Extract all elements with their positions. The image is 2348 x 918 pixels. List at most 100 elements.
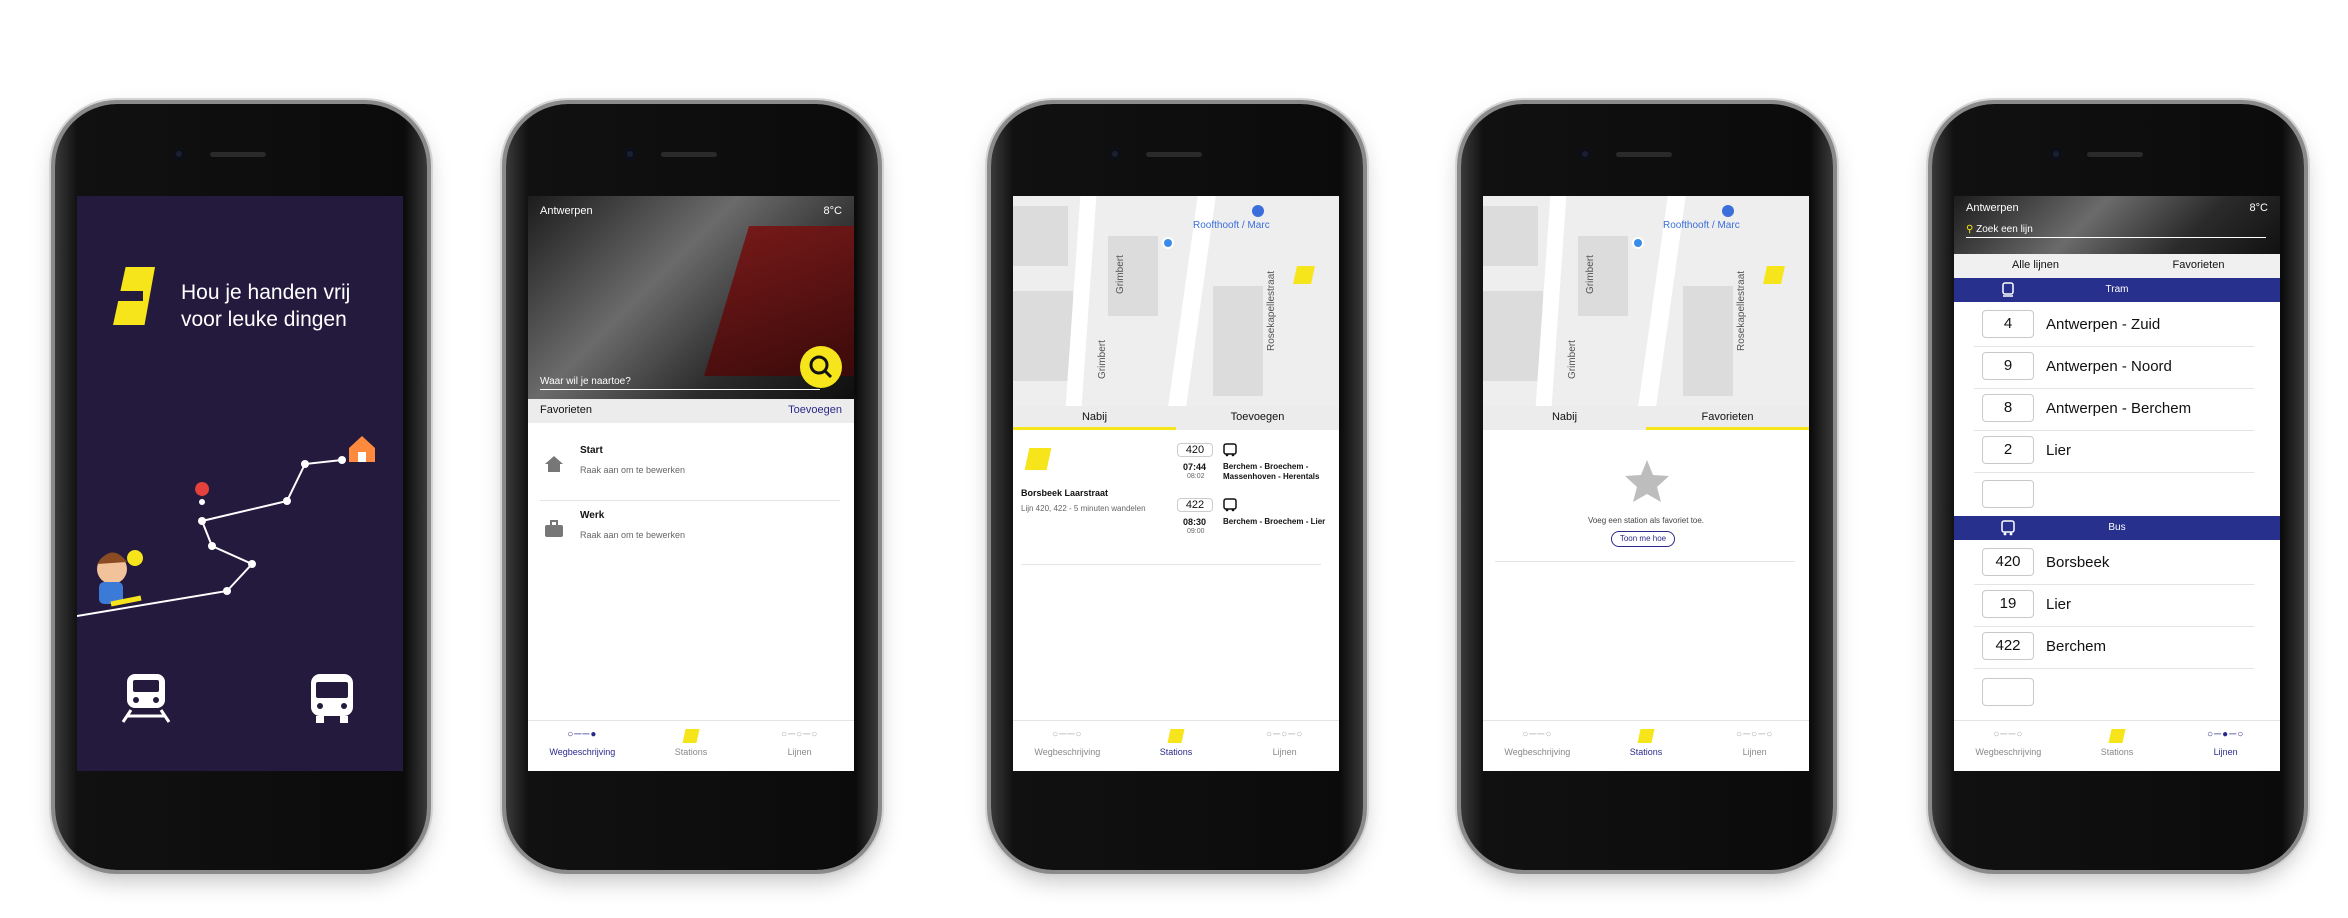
route-illustration (77, 436, 375, 617)
front-camera (624, 148, 636, 160)
nav-label: Lijnen (787, 747, 812, 757)
station-marker[interactable] (1293, 266, 1315, 284)
favorite-subtitle: Raak aan om te bewerken (580, 465, 686, 475)
departure-time: 07:44 (1183, 462, 1207, 472)
bus-label: Bus (2108, 522, 2126, 533)
divider (1021, 564, 1321, 565)
nav-label: Stations (2100, 747, 2134, 757)
nav-wegbeschrijving[interactable]: ○──● Wegbeschrijving (528, 721, 637, 771)
empty-line-slot (1982, 678, 2034, 706)
earpiece-speaker (661, 152, 717, 157)
line-row[interactable]: 19 Lier (1954, 584, 2280, 626)
earpiece-speaker (210, 152, 266, 157)
route-icon: ○──● (567, 729, 598, 740)
station-subtitle: Lijn 420, 422 - 5 minuten wandelen (1021, 504, 1146, 513)
empty-state-text: Voeg een station als favoriet toe. (1587, 516, 1705, 525)
line-row[interactable]: 422 Berchem (1954, 626, 2280, 668)
line-row[interactable]: 4 Antwerpen - Zuid (1954, 304, 2280, 346)
nav-lijnen[interactable]: ○─●─○ Lijnen (2171, 721, 2280, 771)
departure-row[interactable]: 422 08:30 09:00 Berchem - Broechem - Lie… (1177, 498, 1337, 548)
departure-destination: Berchem - Broechem - Massenhoven - Heren… (1223, 462, 1320, 481)
nav-stations[interactable]: Stations (2063, 721, 2172, 771)
add-favorite-link[interactable]: Toevoegen (788, 404, 842, 416)
departure-destination: Berchem - Broechem - Lier (1223, 517, 1326, 526)
station-card[interactable]: Borsbeek Laarstraat Lijn 420, 422 - 5 mi… (1013, 436, 1339, 561)
station-marker[interactable] (1763, 266, 1785, 284)
stations-icon (637, 729, 746, 743)
tab-alle-lijnen[interactable]: Alle lijnen (1954, 254, 2117, 278)
tagline-line2: voor leuke dingen (181, 308, 347, 331)
earpiece-speaker (2087, 152, 2143, 157)
nav-label: Wegbeschrijving (1975, 747, 2042, 757)
route-icon: ○──○ (1052, 729, 1083, 740)
nav-lijnen[interactable]: ○─○─○ Lijnen (1230, 721, 1339, 771)
route-icon: ○──○ (1993, 729, 2024, 740)
front-camera (2050, 148, 2062, 160)
street-label: Grimbert (1115, 255, 1126, 294)
tab-favorieten[interactable]: Favorieten (2117, 254, 2280, 278)
search-placeholder: Zoek een lijn (1976, 224, 2033, 235)
nav-label: Lijnen (2213, 747, 2238, 757)
bus-section-header: Bus (1954, 516, 2280, 540)
stations-icon (1592, 729, 1701, 743)
stations-icon (1122, 729, 1231, 743)
line-number: 2 (1982, 436, 2034, 464)
nav-label: Lijnen (1272, 747, 1297, 757)
tram-section-header: Tram (1954, 278, 2280, 302)
bottom-nav: ○──○ Wegbeschrijving Stations ○─○─○ Lijnen (1013, 720, 1339, 771)
tab-favorieten[interactable]: Favorieten (1646, 406, 1809, 430)
map-view[interactable]: Grimbert Grimbert Rosekapellestraat Roof… (1013, 196, 1339, 406)
tab-nabij[interactable]: Nabij (1483, 406, 1646, 430)
nav-stations[interactable]: Stations (1122, 721, 1231, 771)
line-row[interactable]: 8 Antwerpen - Berchem (1954, 388, 2280, 430)
line-name: Antwerpen - Zuid (2046, 316, 2161, 333)
lines-icon: ○─○─○ (1736, 729, 1774, 740)
line-number: 422 (1982, 632, 2034, 660)
nav-wegbeschrijving[interactable]: ○──○ Wegbeschrijving (1483, 721, 1592, 771)
nav-stations[interactable]: Stations (1592, 721, 1701, 771)
line-row[interactable]: 420 Borsbeek (1954, 542, 2280, 584)
line-number: 19 (1982, 590, 2034, 618)
phone-home: Antwerpen 8°C Waar wil je naartoe? Favor… (506, 104, 878, 870)
temperature-label: 8°C (2249, 202, 2268, 214)
briefcase-icon (545, 520, 563, 537)
map-view[interactable]: Grimbert Grimbert Rosekapellestraat Roof… (1483, 196, 1809, 406)
nav-label: Wegbeschrijving (549, 747, 616, 757)
line-row[interactable]: 9 Antwerpen - Noord (1954, 346, 2280, 388)
show-me-how-button[interactable]: Toon me hoe (1611, 531, 1675, 547)
favorite-item-werk[interactable]: Werk Raak aan om te bewerken (528, 504, 854, 562)
nav-lijnen[interactable]: ○─○─○ Lijnen (1700, 721, 1809, 771)
city-label: Antwerpen (540, 205, 593, 217)
bus-icon (1223, 498, 1237, 512)
route-icon: ○──○ (1522, 729, 1553, 740)
departure-time-next: 09:00 (1187, 528, 1205, 535)
place-label: Roofthooft / Marc (1193, 220, 1270, 231)
nav-stations[interactable]: Stations (637, 721, 746, 771)
favorite-item-start[interactable]: Start Raak aan om te bewerken (528, 439, 854, 497)
search-button[interactable] (800, 346, 842, 388)
line-badge: 422 (1177, 498, 1213, 512)
bus-icon[interactable] (305, 670, 359, 729)
departure-time: 08:30 (1183, 517, 1207, 527)
current-location-dot (1632, 237, 1644, 249)
line-name: Lier (2046, 442, 2072, 459)
earpiece-speaker (1146, 152, 1202, 157)
line-number: 8 (1982, 394, 2034, 422)
lines-screen: Antwerpen 8°C ⚲ Zoek een lijn Alle lijne… (1954, 196, 2280, 771)
search-input[interactable]: Waar wil je naartoe? (540, 376, 820, 390)
temperature-label: 8°C (823, 205, 842, 217)
bottom-nav: ○──○ Wegbeschrijving Stations ○─○─○ Lijnen (1483, 720, 1809, 771)
line-row[interactable]: 2 Lier (1954, 430, 2280, 472)
tab-nabij[interactable]: Nabij (1013, 406, 1176, 430)
train-icon[interactable] (119, 670, 173, 729)
nav-lijnen[interactable]: ○─○─○ Lijnen (745, 721, 854, 771)
search-icon (809, 355, 833, 379)
departure-row[interactable]: 420 07:44 08:02 Berchem - Broechem - Mas… (1177, 443, 1337, 493)
nav-wegbeschrijving[interactable]: ○──○ Wegbeschrijving (1954, 721, 2063, 771)
search-input[interactable]: ⚲ Zoek een lijn (1966, 224, 2266, 238)
street-label: Grimbert (1585, 255, 1596, 294)
line-name: Antwerpen - Berchem (2046, 400, 2192, 417)
nav-wegbeschrijving[interactable]: ○──○ Wegbeschrijving (1013, 721, 1122, 771)
home-screen: Antwerpen 8°C Waar wil je naartoe? Favor… (528, 196, 854, 771)
tab-toevoegen[interactable]: Toevoegen (1176, 406, 1339, 430)
